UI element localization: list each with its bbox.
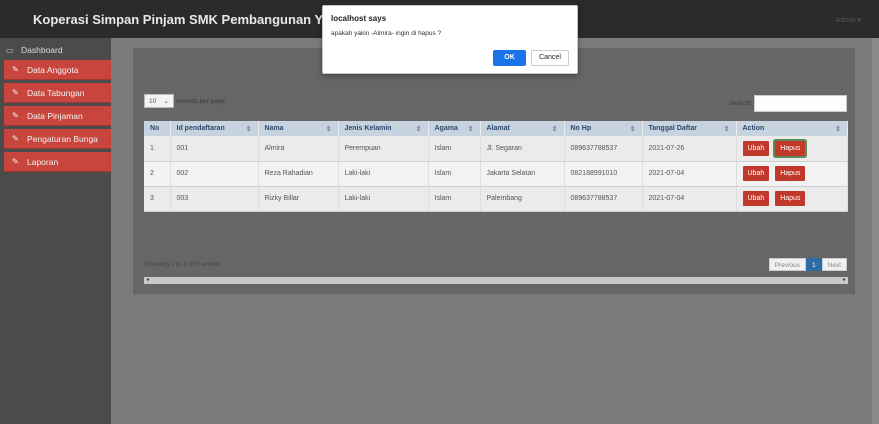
sidebar-item-data-anggota[interactable]: ✎ Data Anggota	[4, 60, 111, 80]
col-header-alamat[interactable]: Alamat ⇕	[480, 121, 565, 136]
search-label: Search:	[729, 100, 752, 107]
page-1-button[interactable]: 1	[806, 258, 822, 271]
delete-button[interactable]: Hapus	[775, 140, 806, 156]
sidebar-item-label: Data Anggota	[27, 64, 79, 75]
sidebar-item-pengaturan-bunga[interactable]: ✎ Pengaturan Bunga	[4, 129, 111, 149]
cell-id: 002	[170, 161, 259, 187]
sidebar-item-dashboard[interactable]: ▭ Dashboard	[0, 40, 111, 60]
dialog-message: apakah yakin -Almira- ingin di hapus ?	[331, 30, 442, 37]
scroll-left-icon[interactable]: ◂	[146, 276, 149, 283]
cell-jenis-kelamin: Laki-laki	[338, 186, 429, 212]
cell-action: Ubah Hapus	[736, 161, 848, 187]
sidebar-item-data-pinjaman[interactable]: ✎ Data Pinjaman	[4, 106, 111, 126]
cell-nama: Rizky Billar	[258, 186, 339, 212]
cell-agama: Islam	[428, 136, 481, 162]
cell-id: 003	[170, 186, 259, 212]
length-select[interactable]: 10 ⌄	[144, 94, 174, 108]
sidebar-item-label: Dashboard	[21, 45, 63, 55]
cell-action: Ubah Hapus	[736, 136, 848, 162]
sort-icon: ⇕	[551, 125, 558, 133]
cell-alamat: Jl. Segaran	[480, 136, 565, 162]
cell-alamat: Palembang	[480, 186, 565, 212]
cell-nama: Almira	[258, 136, 339, 162]
horizontal-scrollbar[interactable]: ◂ ▸	[144, 277, 848, 284]
chevron-down-icon: ⌄	[163, 98, 169, 105]
data-table: No Id pendaftaran ⇕ Nama ⇕ Jenis Kelamin ⇕ …	[144, 121, 848, 212]
edit-button[interactable]: Ubah	[742, 191, 770, 206]
edit-icon: ✎	[12, 134, 19, 143]
table-row: 2 002 Reza Rahadian Laki-laki Islam Jaka…	[144, 161, 848, 187]
col-header-action[interactable]: Action ⇕	[736, 121, 848, 136]
edit-icon: ✎	[12, 111, 19, 120]
length-select-value: 10	[149, 97, 157, 105]
col-header-agama[interactable]: Agama ⇕	[428, 121, 481, 136]
cell-action: Ubah Hapus	[736, 186, 848, 212]
cell-tanggal-daftar: 2021-07-26	[642, 136, 737, 162]
ok-button[interactable]: OK	[493, 50, 526, 66]
length-label: records per page	[176, 97, 226, 105]
scroll-right-icon[interactable]: ▸	[843, 276, 846, 283]
cell-nama: Reza Rahadian	[258, 161, 339, 187]
cell-no-hp: 082188991010	[564, 161, 643, 187]
user-menu[interactable]: Admin ▾	[836, 16, 861, 24]
dialog-title: localhost says	[331, 14, 387, 23]
sort-icon: ⇕	[629, 125, 636, 133]
sidebar-item-label: Laporan	[27, 156, 59, 167]
page-scrollbar[interactable]	[872, 38, 879, 424]
table-info: Showing 1 to 3 of 3 entries	[144, 261, 221, 268]
cell-alamat: Jakarta Selatan	[480, 161, 565, 187]
edit-icon: ✎	[12, 88, 19, 97]
table-row: 3 003 Rizky Billar Laki-laki Islam Palem…	[144, 186, 848, 212]
monitor-icon: ▭	[6, 45, 14, 55]
cancel-button[interactable]: Cancel	[531, 50, 569, 66]
cell-jenis-kelamin: Laki-laki	[338, 161, 429, 187]
cell-no: 3	[144, 186, 171, 212]
cell-no-hp: 089637788537	[564, 136, 643, 162]
cell-agama: Islam	[428, 161, 481, 187]
edit-button[interactable]: Ubah	[742, 140, 770, 156]
data-table-card: 10 ⌄ records per page Search: No Id pend…	[133, 86, 855, 294]
sidebar: ▭ Dashboard ✎ Data Anggota ✎ Data Tabung…	[0, 38, 111, 424]
sidebar-item-data-tabungan[interactable]: ✎ Data Tabungan	[4, 83, 111, 103]
delete-button[interactable]: Hapus	[775, 166, 806, 181]
col-header-nama[interactable]: Nama ⇕	[258, 121, 339, 136]
sort-icon: ⇕	[467, 125, 474, 133]
table-header-row: No Id pendaftaran ⇕ Nama ⇕ Jenis Kelamin ⇕ …	[144, 121, 848, 136]
edit-button[interactable]: Ubah	[742, 166, 770, 181]
cell-no-hp: 089637788537	[564, 186, 643, 212]
cell-id: 001	[170, 136, 259, 162]
cell-jenis-kelamin: Perempuan	[338, 136, 429, 162]
delete-button[interactable]: Hapus	[775, 191, 806, 206]
edit-icon: ✎	[12, 65, 19, 74]
col-header-no[interactable]: No	[144, 121, 171, 136]
confirm-dialog: localhost says apakah yakin -Almira- ing…	[322, 5, 578, 74]
cell-tanggal-daftar: 2021-07-04	[642, 161, 737, 187]
col-header-no-hp[interactable]: No Hp ⇕	[564, 121, 643, 136]
search-control: Search:	[730, 95, 847, 112]
search-input[interactable]	[754, 95, 847, 112]
previous-page-button[interactable]: Previous	[768, 258, 806, 271]
cell-tanggal-daftar: 2021-07-04	[642, 186, 737, 212]
sidebar-item-label: Data Tabungan	[27, 87, 85, 98]
length-control: 10 ⌄ records per page	[144, 94, 225, 108]
sort-icon: ⇕	[415, 125, 422, 133]
sort-icon: ⇕	[245, 125, 252, 133]
cell-agama: Islam	[428, 186, 481, 212]
sidebar-item-label: Data Pinjaman	[27, 110, 83, 121]
cell-no: 2	[144, 161, 171, 187]
col-header-jenis-kelamin[interactable]: Jenis Kelamin ⇕	[338, 121, 429, 136]
table-row: 1 001 Almira Perempuan Islam Jl. Segaran…	[144, 136, 848, 162]
col-header-tanggal-daftar[interactable]: Tanggal Daftar ⇕	[642, 121, 737, 136]
sort-icon: ⇕	[835, 125, 841, 133]
cell-no: 1	[144, 136, 171, 162]
sidebar-item-label: Pengaturan Bunga	[27, 133, 98, 144]
col-header-id[interactable]: Id pendaftaran ⇕	[170, 121, 259, 136]
sort-icon: ⇕	[723, 125, 730, 133]
edit-icon: ✎	[12, 157, 19, 166]
sort-icon: ⇕	[325, 125, 332, 133]
main-content: 10 ⌄ records per page Search: No Id pend…	[111, 38, 872, 424]
sidebar-item-laporan[interactable]: ✎ Laporan	[4, 152, 111, 172]
next-page-button[interactable]: Next	[821, 258, 847, 271]
pagination: Previous 1 Next	[768, 258, 847, 271]
